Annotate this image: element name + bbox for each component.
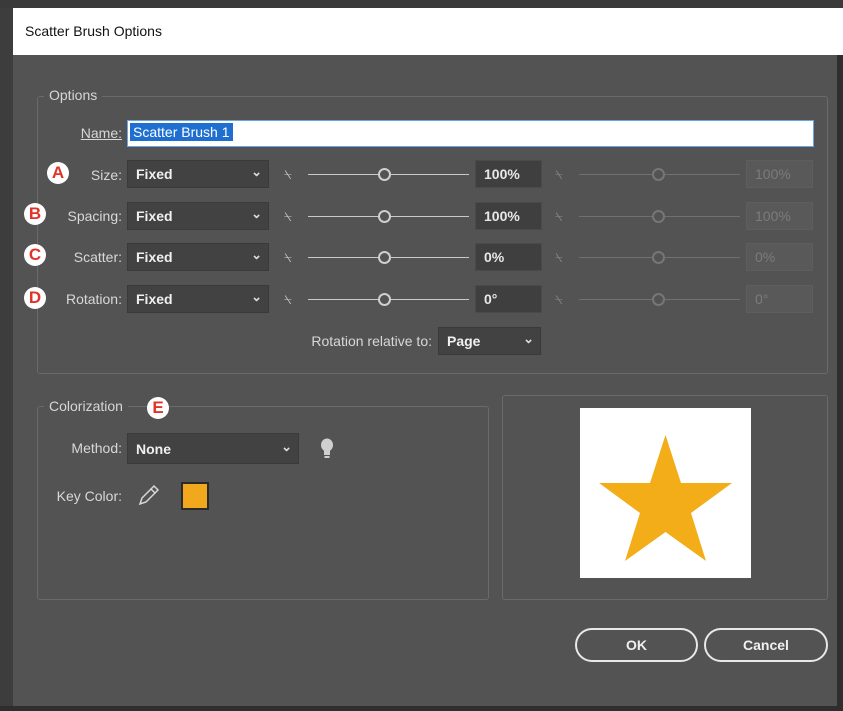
rotation-slider[interactable]: ⍀: [284, 289, 469, 309]
callout-badge-b: B: [24, 203, 46, 225]
options-legend: Options: [44, 87, 103, 103]
window-border-bottom: [0, 706, 843, 711]
size-value-field[interactable]: 100%: [475, 160, 542, 188]
window-frame-top: [0, 0, 843, 8]
min-value-icon: ⍀: [284, 167, 292, 182]
rotation-max-slider: ⍀: [555, 289, 740, 309]
slider-knob: [652, 293, 665, 306]
spacing-mode-value: Fixed: [136, 208, 173, 224]
star-icon: [599, 435, 732, 561]
slider-knob[interactable]: [378, 251, 391, 264]
scatter-mode-select[interactable]: Fixed ⌄: [127, 243, 269, 271]
ok-button[interactable]: OK: [575, 628, 698, 662]
window-border-right: [837, 55, 843, 711]
size-max-slider: ⍀: [555, 164, 740, 184]
rotation-value-field[interactable]: 0°: [475, 285, 542, 313]
slider-knob[interactable]: [378, 293, 391, 306]
chevron-down-icon: ⌄: [523, 331, 534, 346]
rotation-relative-label: Rotation relative to:: [311, 333, 432, 349]
rotation-mode-value: Fixed: [136, 291, 173, 307]
min-value-icon: ⍀: [555, 250, 563, 265]
callout-badge-e: E: [147, 397, 169, 419]
scatter-max-value-field: 0%: [746, 243, 813, 271]
callout-badge-d: D: [24, 287, 46, 309]
rotation-relative-select[interactable]: Page ⌄: [438, 327, 541, 355]
min-value-icon: ⍀: [284, 209, 292, 224]
chevron-down-icon: ⌄: [281, 439, 292, 454]
scatter-max-slider: ⍀: [555, 247, 740, 267]
min-value-icon: ⍀: [555, 292, 563, 307]
spacing-max-slider: ⍀: [555, 206, 740, 226]
chevron-down-icon: ⌄: [251, 164, 262, 179]
rotation-relative-value: Page: [447, 333, 481, 349]
method-value: None: [136, 441, 171, 457]
size-mode-value: Fixed: [136, 166, 173, 182]
title-bar[interactable]: Scatter Brush Options: [13, 8, 843, 55]
scatter-mode-value: Fixed: [136, 249, 173, 265]
spacing-slider[interactable]: ⍀: [284, 206, 469, 226]
key-color-swatch[interactable]: [181, 482, 209, 510]
name-input[interactable]: Scatter Brush 1: [127, 120, 814, 147]
method-select[interactable]: None ⌄: [127, 433, 299, 464]
slider-knob[interactable]: [378, 168, 391, 181]
colorization-legend: Colorization: [44, 398, 128, 414]
size-label: Size:: [90, 167, 122, 183]
min-value-icon: ⍀: [555, 167, 563, 182]
size-slider[interactable]: ⍀: [284, 164, 469, 184]
chevron-down-icon: ⌄: [251, 289, 262, 304]
scatter-value-field[interactable]: 0%: [475, 243, 542, 271]
callout-badge-c: C: [24, 244, 46, 266]
min-value-icon: ⍀: [284, 292, 292, 307]
spacing-max-value-field: 100%: [746, 202, 813, 230]
rotation-mode-select[interactable]: Fixed ⌄: [127, 285, 269, 313]
min-value-icon: ⍀: [555, 209, 563, 224]
scatter-label: Scatter:: [73, 249, 122, 265]
window-title: Scatter Brush Options: [25, 23, 162, 39]
eyedropper-icon[interactable]: [137, 483, 161, 512]
method-label: Method:: [71, 440, 122, 456]
size-mode-select[interactable]: Fixed ⌄: [127, 160, 269, 188]
key-color-label: Key Color:: [56, 488, 122, 504]
slider-knob: [652, 210, 665, 223]
scatter-brush-options-dialog: Scatter Brush Options Options Name: Scat…: [0, 0, 843, 711]
brush-preview: [580, 408, 751, 578]
scatter-slider[interactable]: ⍀: [284, 247, 469, 267]
size-max-value-field: 100%: [746, 160, 813, 188]
window-border-left: [0, 8, 13, 711]
slider-knob: [652, 251, 665, 264]
slider-knob: [652, 168, 665, 181]
min-value-icon: ⍀: [284, 250, 292, 265]
spacing-mode-select[interactable]: Fixed ⌄: [127, 202, 269, 230]
rotation-label: Rotation:: [65, 291, 122, 307]
lightbulb-tips-icon[interactable]: [320, 438, 334, 465]
name-label: Name:: [80, 125, 122, 141]
cancel-button[interactable]: Cancel: [704, 628, 828, 662]
spacing-label: Spacing:: [67, 208, 122, 224]
spacing-value-field[interactable]: 100%: [475, 202, 542, 230]
slider-knob[interactable]: [378, 210, 391, 223]
chevron-down-icon: ⌄: [251, 206, 262, 221]
name-input-value: Scatter Brush 1: [130, 123, 233, 141]
chevron-down-icon: ⌄: [251, 247, 262, 262]
rotation-max-value-field: 0°: [746, 285, 813, 313]
